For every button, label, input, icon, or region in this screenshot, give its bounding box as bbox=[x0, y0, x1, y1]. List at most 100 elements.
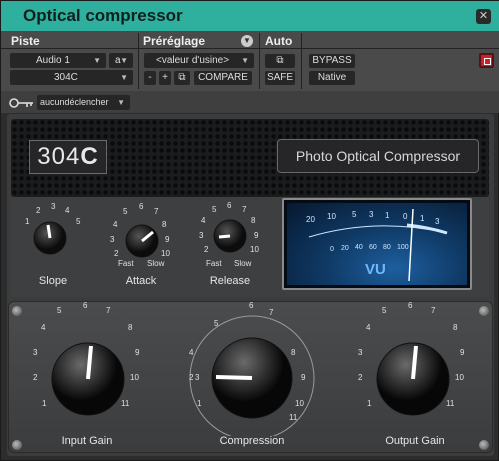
vu-top-tick: 3 bbox=[435, 217, 440, 226]
output-gain-tick: 8 bbox=[453, 323, 458, 332]
power-icon[interactable] bbox=[479, 53, 494, 68]
attack-slow-label: Slow bbox=[147, 259, 165, 268]
compression-tick: 5 bbox=[214, 319, 219, 328]
attack-tick: 6 bbox=[139, 202, 144, 211]
compression-tick: 10 bbox=[295, 399, 304, 408]
preset-menu-icon[interactable]: ▼ bbox=[241, 35, 253, 47]
release-tick: 3 bbox=[199, 231, 204, 240]
chevron-down-icon: ▼ bbox=[93, 56, 101, 65]
input-gain-tick: 10 bbox=[130, 373, 139, 382]
input-gain-tick: 1 bbox=[42, 399, 47, 408]
insert-name: 304C bbox=[54, 72, 78, 83]
channel-select[interactable]: a ▼ bbox=[109, 53, 133, 68]
attack-tick: 2 bbox=[114, 249, 119, 258]
slope-label: Slope bbox=[38, 275, 68, 287]
output-gain-tick: 10 bbox=[455, 373, 464, 382]
release-label: Release bbox=[209, 275, 251, 287]
input-gain-tick: 5 bbox=[57, 306, 62, 315]
copy-icon[interactable]: ⧉ bbox=[174, 71, 190, 85]
sidechain-select[interactable]: aucundéclencher ▼ bbox=[37, 95, 130, 110]
slope-knob[interactable] bbox=[31, 219, 69, 257]
plugin-window: Optical compressor ✕ Piste Préréglage ▼ … bbox=[0, 0, 499, 461]
compression-tick: 4 bbox=[189, 348, 194, 357]
vu-bottom-tick: 40 bbox=[355, 244, 363, 251]
chevron-down-icon: ▼ bbox=[120, 73, 128, 82]
title-bar[interactable]: Optical compressor ✕ bbox=[1, 1, 499, 31]
input-gain-tick: 4 bbox=[41, 323, 46, 332]
compression-tick: 11 bbox=[289, 413, 298, 422]
close-icon[interactable]: ✕ bbox=[476, 9, 491, 24]
screw-icon bbox=[12, 440, 22, 450]
vu-top-tick: 10 bbox=[327, 212, 336, 221]
output-gain-tick: 5 bbox=[382, 306, 387, 315]
attack-tick: 9 bbox=[165, 235, 170, 244]
release-tick: 10 bbox=[250, 245, 259, 254]
vu-bottom-tick: 60 bbox=[369, 244, 377, 251]
output-gain-tick: 6 bbox=[408, 301, 413, 310]
attack-knob[interactable] bbox=[123, 222, 161, 260]
compression-tick: 7 bbox=[269, 308, 274, 317]
vu-top-tick: 3 bbox=[369, 210, 374, 219]
key-icon[interactable] bbox=[9, 97, 35, 109]
release-tick: 2 bbox=[204, 245, 209, 254]
vu-top-tick: 20 bbox=[306, 215, 315, 224]
screw-icon bbox=[479, 306, 489, 316]
compression-tick: 9 bbox=[301, 373, 306, 382]
vu-label: VU bbox=[365, 261, 386, 278]
input-gain-tick: 2 bbox=[33, 373, 38, 382]
output-gain-tick: 4 bbox=[366, 323, 371, 332]
vu-top-tick: 1 bbox=[420, 214, 425, 223]
native-button[interactable]: Native bbox=[309, 71, 355, 85]
track-select[interactable]: Audio 1 ▼ bbox=[10, 53, 106, 68]
input-gain-tick: 7 bbox=[106, 306, 111, 315]
track-name: Audio 1 bbox=[36, 55, 70, 66]
slope-tick: 4 bbox=[65, 206, 70, 215]
attack-tick: 3 bbox=[110, 235, 115, 244]
preset-select[interactable]: <valeur d'usine> ▼ bbox=[144, 53, 254, 68]
vu-top-tick: 5 bbox=[352, 210, 357, 219]
input-gain-tick: 6 bbox=[83, 301, 88, 310]
plugin-logo: 304C bbox=[29, 140, 107, 174]
compression-knob[interactable] bbox=[181, 308, 323, 436]
input-gain-tick: 8 bbox=[128, 323, 133, 332]
vu-bottom-tick: 20 bbox=[341, 245, 349, 252]
piste-label: Piste bbox=[11, 34, 40, 48]
next-preset-button[interactable]: + bbox=[159, 71, 171, 85]
auto-label: Auto bbox=[265, 34, 293, 48]
output-gain-knob[interactable] bbox=[373, 334, 453, 424]
compression-tick: 8 bbox=[291, 348, 296, 357]
attack-tick: 7 bbox=[154, 207, 159, 216]
release-tick: 6 bbox=[227, 201, 232, 210]
release-tick: 5 bbox=[212, 205, 217, 214]
output-gain-tick: 2 bbox=[358, 373, 363, 382]
compression-tick: 6 bbox=[249, 301, 254, 310]
release-tick: 7 bbox=[242, 205, 247, 214]
window-title: Optical compressor bbox=[23, 6, 183, 25]
release-tick: 8 bbox=[251, 216, 256, 225]
attack-label: Attack bbox=[125, 275, 157, 287]
release-knob[interactable] bbox=[211, 217, 249, 255]
chevron-down-icon: ▼ bbox=[241, 56, 249, 65]
insert-select[interactable]: 304C ▼ bbox=[10, 70, 133, 85]
prev-preset-button[interactable]: - bbox=[144, 71, 156, 85]
chevron-down-icon: ▼ bbox=[120, 56, 128, 65]
auto-copy-icon[interactable]: ⧉ bbox=[265, 54, 295, 68]
input-gain-tick: 3 bbox=[33, 348, 38, 357]
logo-letter: C bbox=[80, 143, 99, 170]
input-gain-tick: 11 bbox=[121, 399, 130, 408]
attack-tick: 4 bbox=[113, 220, 118, 229]
attack-tick: 5 bbox=[123, 207, 128, 216]
screw-icon bbox=[479, 440, 489, 450]
release-tick: 4 bbox=[201, 216, 206, 225]
bypass-button[interactable]: BYPASS bbox=[309, 54, 355, 68]
vu-top-tick: 0 bbox=[403, 212, 408, 221]
output-gain-tick: 7 bbox=[431, 306, 436, 315]
input-gain-knob[interactable] bbox=[48, 334, 128, 424]
safe-button[interactable]: SAFE bbox=[265, 71, 295, 85]
output-gain-tick: 1 bbox=[367, 399, 372, 408]
sidechain-value: aucundéclencher bbox=[40, 97, 109, 107]
slope-tick: 3 bbox=[51, 202, 56, 211]
attack-tick: 8 bbox=[162, 220, 167, 229]
compare-button[interactable]: COMPARE bbox=[194, 71, 252, 85]
vu-bottom-tick: 80 bbox=[383, 244, 391, 251]
